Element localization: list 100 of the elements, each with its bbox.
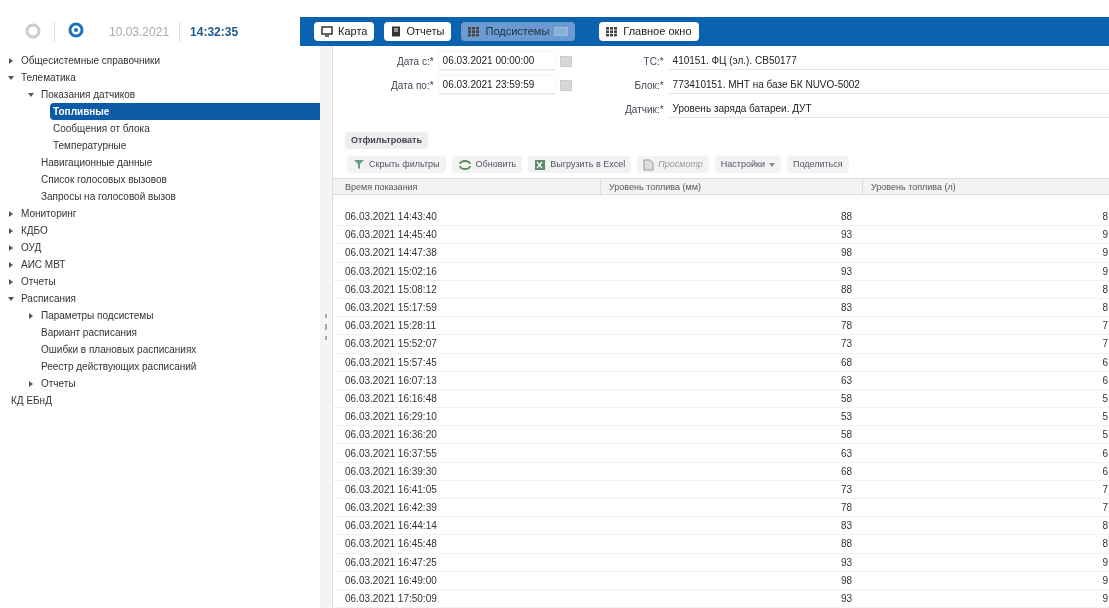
table-cell-text: 06.03.2021 14:47:38 <box>344 246 438 261</box>
table-cell-text: 83 <box>839 519 852 534</box>
tree-item[interactable]: Список голосовых вызовов <box>38 171 167 188</box>
table-cell-text: 63 <box>839 373 852 388</box>
table-cell-text: 6 <box>1102 355 1109 370</box>
tree-item[interactable]: ОУД <box>18 239 42 256</box>
table-cell-text: 9 <box>1102 573 1109 588</box>
table-cell-text: 93 <box>839 592 852 607</box>
input-field[interactable]: 06.03.2021 00:00:00 <box>438 52 555 70</box>
tree-item[interactable]: Ошибки в плановых расписаниях <box>38 341 197 358</box>
splitter-handle-icon[interactable] <box>324 312 328 342</box>
table-cell-text: 58 <box>839 391 852 406</box>
tree-item[interactable]: Температурные <box>50 137 127 154</box>
toolbar-button[interactable]: Поделиться <box>786 156 849 173</box>
filter-button[interactable]: Отфильтровать <box>345 132 429 150</box>
tree-item[interactable]: Параметры подсистемы <box>38 307 154 324</box>
tree-item[interactable]: Мониторинг <box>18 205 77 222</box>
document-icon <box>643 158 655 171</box>
table-cell-text: 8 <box>1102 282 1109 297</box>
nav-button[interactable]: Подсистемы <box>461 22 576 41</box>
table-cell-text: 63 <box>839 446 852 461</box>
table-cell-text: 06.03.2021 16:45:48 <box>344 537 438 552</box>
column-header[interactable]: Уровень топлива (л) <box>863 179 1109 194</box>
table-cell-text: 06.03.2021 16:41:05 <box>344 482 438 497</box>
table-cell-text: 9 <box>1102 246 1109 261</box>
table-cell-text: 7 <box>1102 337 1109 352</box>
tree-item[interactable]: Отчеты <box>18 273 56 290</box>
toolbar-button[interactable]: Выгрузить в Excel <box>528 156 632 173</box>
tree-item[interactable]: Общесистемные справочники <box>18 52 161 69</box>
table-cell-text: 9 <box>1102 555 1109 570</box>
filter-icon <box>353 159 365 170</box>
table-cell-text: 88 <box>839 210 852 225</box>
tree-item[interactable]: Вариант расписания <box>38 324 138 341</box>
table-cell-text: 5 <box>1102 410 1109 425</box>
table-cell-text: 06.03.2021 16:44:14 <box>344 519 438 534</box>
table-cell-text: 06.03.2021 16:47:25 <box>344 555 438 570</box>
toolbar-button[interactable]: Настройки <box>714 156 781 173</box>
table-cell-text: 7 <box>1102 482 1109 497</box>
caret-right-icon[interactable] <box>8 210 14 217</box>
caret-right-icon[interactable] <box>8 261 14 268</box>
table-cell-text: 6 <box>1102 373 1109 388</box>
toolbar-button[interactable]: Скрыть фильтры <box>347 156 446 173</box>
book-icon <box>391 26 402 37</box>
dropdown-field[interactable]: Уровень заряда батареи. ДУТ <box>668 100 1109 118</box>
table-cell-text: 68 <box>839 355 852 370</box>
table-cell-text: 9 <box>1102 228 1109 243</box>
tree-item[interactable]: Реестр действующих расписаний <box>38 358 197 375</box>
table-cell-text: 06.03.2021 15:08:12 <box>344 282 438 297</box>
caret-down-icon[interactable] <box>8 74 14 81</box>
tree-item[interactable]: Запросы на голосовой вызов <box>38 188 176 205</box>
table-cell-text: 9 <box>1102 592 1109 607</box>
nav-button[interactable]: Отчеты <box>384 22 452 41</box>
table-cell-text: 83 <box>839 301 852 316</box>
table-cell-text: 73 <box>839 337 852 352</box>
tree-item[interactable]: АИС МВТ <box>18 256 66 273</box>
nav-button[interactable]: Главное окно <box>599 22 699 41</box>
grid-icon <box>606 26 619 37</box>
table-cell-text: 8 <box>1102 301 1109 316</box>
tree-item[interactable]: КДБО <box>18 222 48 239</box>
caret-right-icon[interactable] <box>28 312 34 319</box>
dropdown-field[interactable]: 773410151. МНТ на базе БК NUVO-5002 <box>668 76 1109 94</box>
caret-right-icon[interactable] <box>28 380 34 387</box>
toolbar-button[interactable]: Обновить <box>451 156 523 173</box>
caret-right-icon[interactable] <box>8 227 14 234</box>
caret-right-icon[interactable] <box>8 278 14 285</box>
tree-item[interactable]: Телематика <box>18 69 76 86</box>
table-cell-text: 8 <box>1102 210 1109 225</box>
tree-item[interactable]: Отчеты <box>38 375 76 392</box>
table-cell-text: 98 <box>839 246 852 261</box>
table-cell-text: 58 <box>839 428 852 443</box>
tree-item[interactable]: Показания датчиков <box>38 86 136 103</box>
input-field[interactable]: 06.03.2021 23:59:59 <box>438 76 555 94</box>
field-label: Дата с:* <box>397 54 434 69</box>
tree-item[interactable]: Навигационные данные <box>38 154 153 171</box>
table-cell-text: 06.03.2021 15:17:59 <box>344 301 438 316</box>
table-cell-text: 93 <box>839 264 852 279</box>
grid-icon <box>468 26 481 37</box>
table-cell-text: 9 <box>1102 264 1109 279</box>
tree-item[interactable]: Топливные <box>50 103 320 120</box>
nav-button[interactable]: Карта <box>314 22 375 41</box>
caret-down-icon <box>768 162 775 167</box>
table-cell-text: 78 <box>839 319 852 334</box>
table-cell-text: 06.03.2021 15:57:45 <box>344 355 438 370</box>
table-cell-text: 5 <box>1102 391 1109 406</box>
tree-item[interactable]: Сообщения от блока <box>50 120 150 137</box>
field-label: Датчик:* <box>624 102 664 117</box>
tree-item[interactable]: КД ЕБнД <box>8 392 52 409</box>
table-cell-text: 93 <box>839 228 852 243</box>
spreadsheet-icon <box>534 158 547 171</box>
table-cell-text: 06.03.2021 16:39:30 <box>344 464 438 479</box>
column-header[interactable]: Время показания <box>333 179 601 194</box>
tree-item[interactable]: Расписания <box>18 290 76 307</box>
caret-down-icon[interactable] <box>28 91 34 98</box>
column-header[interactable]: Уровень топлива (мм) <box>601 179 863 194</box>
caret-right-icon[interactable] <box>8 244 14 251</box>
table-cell-text: 06.03.2021 16:42:39 <box>344 501 438 516</box>
table-cell-text: 6 <box>1102 446 1109 461</box>
caret-down-icon[interactable] <box>8 295 14 302</box>
refresh-icon <box>457 159 472 170</box>
caret-right-icon[interactable] <box>8 57 14 64</box>
